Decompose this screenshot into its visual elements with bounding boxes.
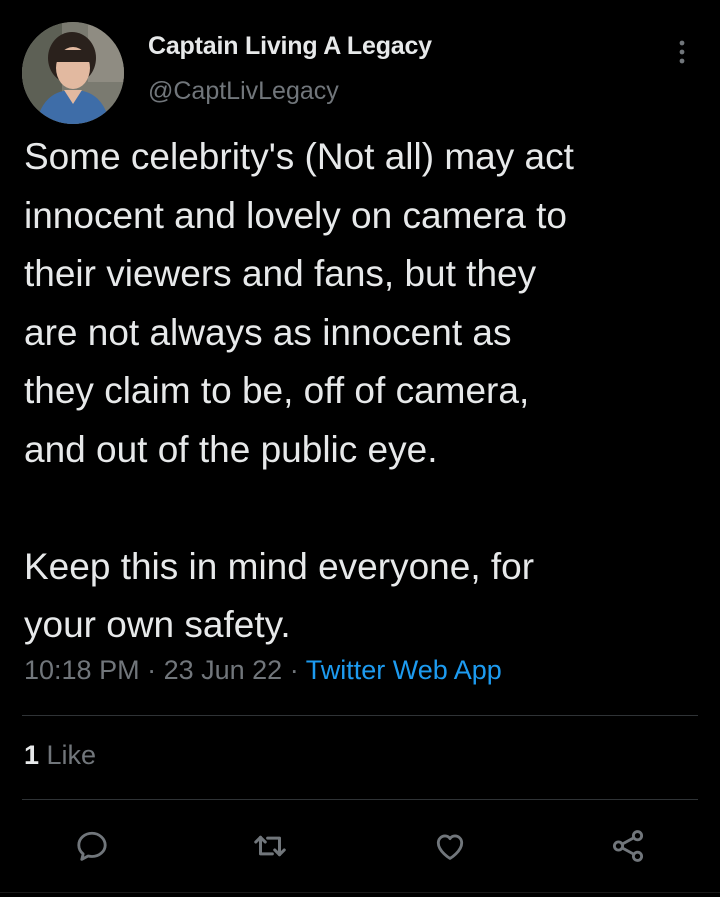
tweet-line: their viewers and fans, but they [24,253,537,294]
like-label: Like [39,740,97,770]
tweet-time[interactable]: 10:18 PM [24,655,140,685]
tweet-line: Some celebrity's (Not all) may act [24,136,574,177]
tweet: Captain Living A Legacy @CaptLivLegacy S… [0,0,720,897]
share-nodes-icon [612,830,644,862]
retweet-button[interactable] [250,826,290,866]
heart-icon [436,834,464,860]
divider [22,715,698,716]
tweet-date[interactable]: 23 Jun 22 [164,655,283,685]
speech-bubble-icon [77,831,107,861]
meta-separator: · [282,655,306,685]
likes-summary[interactable]: 1 Like [24,740,96,771]
bottom-divider [0,892,720,893]
tweet-line: and out of the public eye. [24,428,438,470]
vertical-ellipsis-icon [679,40,685,64]
tweet-line: your own safety. [24,604,291,645]
tweet-line: they claim to be, off of camera, [24,370,530,411]
share-button[interactable] [608,826,648,866]
tweet-text: Some celebrity's (Not all) may act innoc… [24,128,704,655]
tweet-source-link[interactable]: Twitter Web App [306,655,502,685]
display-name[interactable]: Captain Living A Legacy [148,32,432,61]
avatar[interactable] [22,22,124,124]
meta-separator: · [139,655,164,685]
retweet-arrows-icon [254,835,286,857]
like-count: 1 [24,740,40,770]
tweet-line: innocent and lovely on camera to [24,194,568,236]
reply-button[interactable] [72,826,112,866]
handle[interactable]: @CaptLivLegacy [148,77,339,106]
divider [22,799,698,800]
tweet-meta: 10:18 PM · 23 Jun 22 · Twitter Web App [24,655,502,686]
tweet-line: Keep this in mind everyone, for [24,545,535,587]
profile-photo-icon [22,22,124,124]
tweet-line: are not always as innocent as [24,311,512,353]
like-button[interactable] [430,826,470,866]
more-options-button[interactable] [664,34,700,70]
